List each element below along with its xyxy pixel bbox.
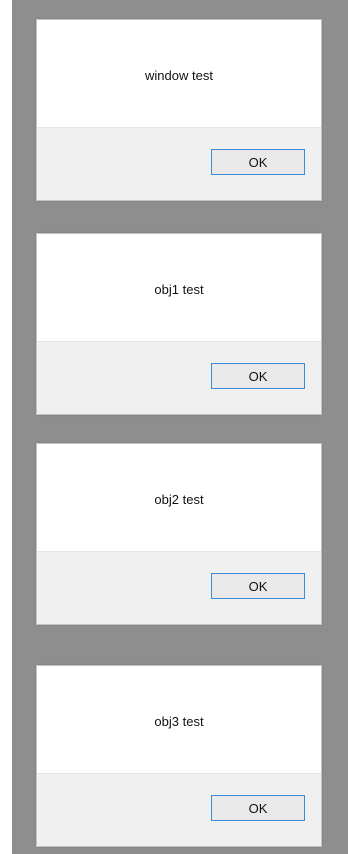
- dialog-button-bar: OK: [37, 127, 321, 200]
- ok-button[interactable]: OK: [211, 363, 305, 389]
- alert-dialog-obj3: obj3 test OK: [36, 665, 322, 847]
- dialog-message: obj3 test: [154, 714, 204, 729]
- dialog-button-bar: OK: [37, 551, 321, 624]
- dialog-message-area: obj1 test: [37, 234, 321, 341]
- alert-dialog-obj2: obj2 test OK: [36, 443, 322, 625]
- dialog-message-area: obj3 test: [37, 666, 321, 773]
- alert-dialog-window: window test OK: [36, 19, 322, 201]
- dialog-message-area: window test: [37, 20, 321, 127]
- dialog-button-bar: OK: [37, 773, 321, 846]
- ok-button[interactable]: OK: [211, 149, 305, 175]
- ok-button[interactable]: OK: [211, 795, 305, 821]
- dialog-button-bar: OK: [37, 341, 321, 414]
- dialog-message: obj1 test: [154, 282, 204, 297]
- ok-button[interactable]: OK: [211, 573, 305, 599]
- dialog-message: window test: [145, 68, 213, 83]
- alert-dialog-obj1: obj1 test OK: [36, 233, 322, 415]
- dialog-message-area: obj2 test: [37, 444, 321, 551]
- dialog-message: obj2 test: [154, 492, 204, 507]
